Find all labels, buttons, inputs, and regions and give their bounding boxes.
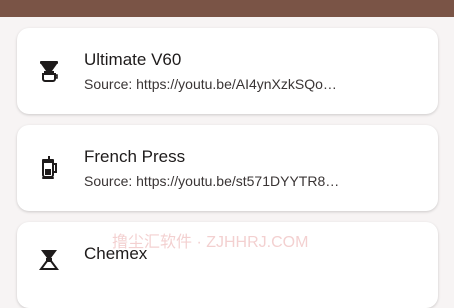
recipe-title: French Press — [84, 147, 186, 166]
recipe-title: Chemex — [84, 244, 148, 263]
chemex-icon — [37, 248, 61, 272]
pour-over-dripper-icon — [37, 59, 61, 83]
recipe-card-ultimate-v60[interactable]: Ultimate V60 Source: https://youtu.be/AI… — [17, 28, 438, 114]
recipe-card-chemex[interactable]: Chemex — [17, 222, 438, 308]
recipe-source: Source: https://youtu.be/AI4ynXzkSQo… — [84, 76, 337, 92]
recipe-title: Ultimate V60 — [84, 50, 182, 69]
recipe-source: Source: https://youtu.be/st571DYYTR8… — [84, 173, 340, 189]
recipe-list: Ultimate V60 Source: https://youtu.be/AI… — [0, 0, 454, 308]
french-press-icon — [37, 156, 61, 180]
recipe-card-french-press[interactable]: French Press Source: https://youtu.be/st… — [17, 125, 438, 211]
